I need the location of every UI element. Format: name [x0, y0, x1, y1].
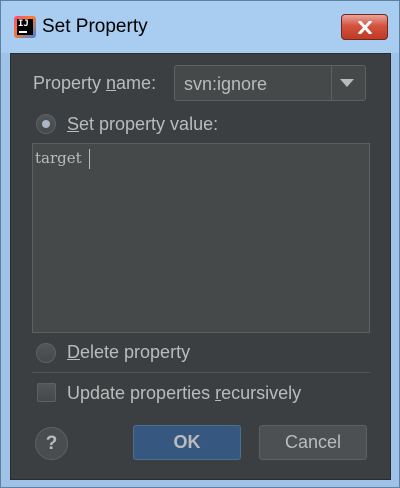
window-title: Set Property — [42, 16, 148, 37]
chevron-down-icon[interactable] — [340, 79, 354, 87]
close-button[interactable] — [341, 14, 388, 40]
property-name-value: svn:ignore — [184, 74, 268, 94]
property-name-label: Property name: — [33, 73, 157, 93]
separator — [32, 372, 370, 373]
title-bar[interactable]: IJ Set Property — [1, 1, 399, 53]
text-caret — [89, 149, 90, 169]
app-icon-text: IJ — [18, 19, 29, 29]
intellij-app-icon: IJ — [14, 16, 36, 38]
help-button[interactable]: ? — [35, 427, 68, 460]
recursive-label[interactable]: Update properties recursively — [67, 383, 301, 404]
cancel-button[interactable]: Cancel — [259, 425, 367, 460]
combo-separator — [331, 66, 332, 100]
property-name-combo[interactable]: svn:ignore — [174, 65, 366, 101]
property-value-textarea[interactable]: target — [32, 143, 370, 333]
set-value-label[interactable]: Set property value: — [67, 114, 218, 135]
recursive-checkbox[interactable] — [37, 383, 56, 402]
property-value-text: target — [35, 149, 82, 167]
delete-property-radio[interactable] — [36, 343, 56, 363]
ok-button[interactable]: OK — [133, 425, 241, 460]
delete-property-label[interactable]: Delete property — [67, 342, 190, 363]
dialog-window: IJ Set Property Property name: svn:ignor… — [0, 0, 400, 488]
radio-selected-dot — [42, 120, 50, 128]
set-value-radio[interactable] — [36, 114, 56, 134]
close-icon — [358, 21, 372, 34]
dialog-content: Property name: svn:ignore Set property v… — [10, 53, 391, 480]
